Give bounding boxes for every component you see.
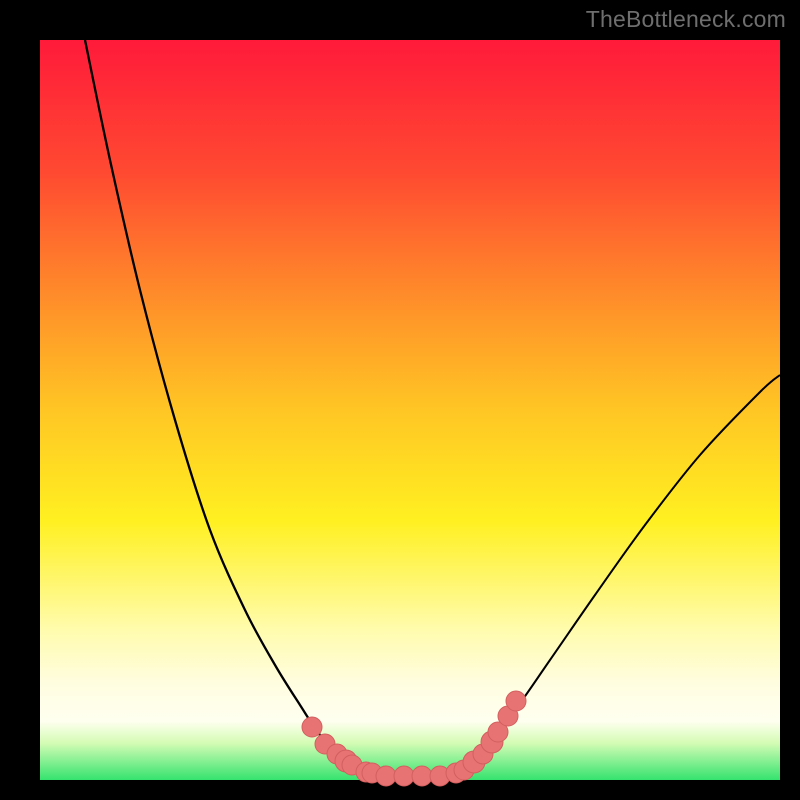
- marker-point: [412, 766, 432, 786]
- plot-area: [40, 40, 780, 780]
- marker-point: [506, 691, 526, 711]
- watermark-text: TheBottleneck.com: [586, 6, 786, 33]
- scatter-markers: [302, 691, 526, 786]
- chart-frame: TheBottleneck.com: [0, 0, 800, 800]
- curve-right: [440, 375, 780, 775]
- curve-svg: [40, 40, 780, 780]
- marker-point: [376, 766, 396, 786]
- curve-left: [85, 40, 380, 775]
- marker-point: [302, 717, 322, 737]
- marker-point: [394, 766, 414, 786]
